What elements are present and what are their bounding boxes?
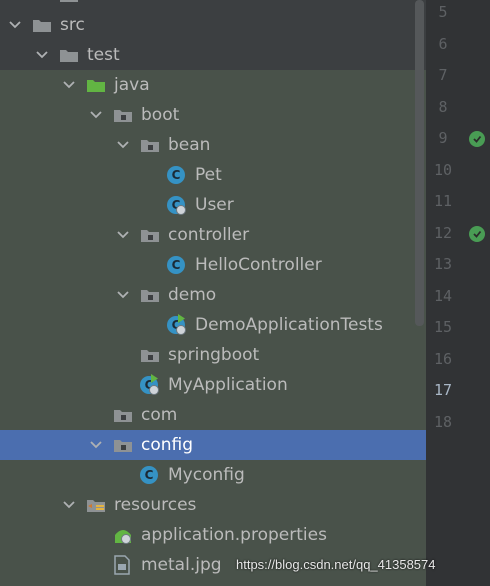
watermark: https://blog.csdn.net/qq_41358574	[236, 557, 436, 572]
tree-item-user[interactable]: C User	[0, 190, 426, 220]
tree-item-test[interactable]: test	[0, 40, 426, 70]
line-number[interactable]: 10	[426, 161, 460, 179]
tree-item-myconfig[interactable]: C Myconfig	[0, 460, 426, 490]
tree-item-label: DemoApplicationTests	[195, 315, 383, 335]
package-icon	[113, 405, 135, 425]
package-icon	[140, 285, 162, 305]
tree-item-label: resources	[114, 495, 197, 515]
tree-scrollbar-thumb[interactable]	[415, 0, 424, 326]
chevron-down-icon[interactable]	[116, 130, 130, 160]
line-number[interactable]: 8	[426, 98, 460, 116]
folder-icon	[32, 15, 54, 35]
package-icon	[113, 105, 135, 125]
tree-item-controller[interactable]: controller	[0, 220, 426, 250]
tree-item-label: demo	[168, 285, 217, 305]
tree-item-src[interactable]: src	[0, 10, 426, 40]
chevron-down-icon[interactable]	[62, 490, 76, 520]
tree-item-label: controller	[168, 225, 250, 245]
tree-item-resources[interactable]: resources	[0, 490, 426, 520]
class-icon: C	[167, 165, 189, 185]
tree-item-label: metal.jpg	[141, 555, 222, 575]
chevron-down-icon[interactable]	[62, 70, 76, 100]
chevron-down-icon[interactable]	[116, 280, 130, 310]
tree-item-myapplication[interactable]: C MyApplication	[0, 370, 426, 400]
run-marker-icon[interactable]	[469, 225, 485, 242]
tree-item-label: test	[87, 45, 120, 65]
properties-file-icon	[113, 525, 135, 545]
tree-item-label: boot	[141, 105, 180, 125]
runnable-class-icon: C	[140, 374, 162, 395]
tree-item-label: Myconfig	[168, 465, 245, 485]
tree-item-label: Pet	[195, 165, 222, 185]
package-icon	[140, 135, 162, 155]
line-number[interactable]: 7	[426, 66, 460, 84]
tree-item-config[interactable]: config	[0, 430, 426, 460]
folder-icon	[59, 45, 81, 65]
tree-item-label: src	[60, 15, 85, 35]
chevron-down-icon[interactable]	[116, 220, 130, 250]
tree-item-application-properties[interactable]: application.properties	[0, 520, 426, 550]
tree-item-label: main	[87, 0, 129, 10]
tree-item-label: bean	[168, 135, 211, 155]
tree-item-demoapplicationtests[interactable]: C DemoApplicationTests	[0, 310, 426, 340]
image-file-icon	[113, 555, 135, 575]
tree-item-java[interactable]: java	[0, 70, 426, 100]
ide-window: mainsrctest java boot bean C Pet C User controll…	[0, 0, 490, 586]
tree-item-label: com	[141, 405, 178, 425]
folder-icon	[59, 0, 81, 5]
tree-item-label: config	[141, 435, 194, 455]
line-number[interactable]: 5	[426, 3, 460, 21]
chevron-down-icon[interactable]	[89, 430, 103, 460]
package-icon	[113, 435, 135, 455]
run-marker-icon[interactable]	[469, 131, 485, 147]
chevron-down-icon[interactable]	[8, 10, 22, 40]
chevron-down-icon[interactable]	[35, 0, 49, 10]
line-number[interactable]: 13	[426, 255, 460, 273]
line-number[interactable]: 16	[426, 350, 460, 368]
source-root-folder-icon	[86, 75, 108, 95]
class-icon: C	[167, 255, 189, 275]
package-icon	[140, 345, 162, 365]
line-number[interactable]: 6	[426, 35, 460, 53]
runnable-class-icon: C	[167, 314, 189, 335]
tree-item-label: springboot	[168, 345, 260, 365]
line-number[interactable]: 18	[426, 413, 460, 431]
tree-item-main[interactable]: main	[0, 0, 426, 10]
tree-item-com[interactable]: com	[0, 400, 426, 430]
tree-item-label: HelloController	[195, 255, 322, 275]
tree-item-demo[interactable]: demo	[0, 280, 426, 310]
tree-item-pet[interactable]: C Pet	[0, 160, 426, 190]
chevron-down-icon[interactable]	[89, 100, 103, 130]
tree-item-boot[interactable]: boot	[0, 100, 426, 130]
line-number[interactable]: 11	[426, 192, 460, 210]
tree-item-label: MyApplication	[168, 375, 288, 395]
chevron-down-icon[interactable]	[35, 40, 49, 70]
tree-item-label: java	[114, 75, 150, 95]
tree-item-springboot[interactable]: springboot	[0, 340, 426, 370]
tree-item-hellocontroller[interactable]: C HelloController	[0, 250, 426, 280]
tree-item-label: User	[195, 195, 234, 215]
line-number[interactable]: 9	[426, 129, 460, 147]
line-number[interactable]: 12	[426, 224, 460, 242]
line-number[interactable]: 15	[426, 318, 460, 336]
tree-item-label: application.properties	[141, 525, 327, 545]
class-icon: C	[167, 195, 189, 215]
class-icon: C	[140, 465, 162, 485]
resources-folder-icon	[86, 495, 108, 515]
package-icon	[140, 225, 162, 245]
project-tree: mainsrctest java boot bean C Pet C User controll…	[0, 0, 426, 586]
line-number[interactable]: 14	[426, 287, 460, 305]
tree-item-bean[interactable]: bean	[0, 130, 426, 160]
line-number[interactable]: 17	[426, 381, 460, 399]
